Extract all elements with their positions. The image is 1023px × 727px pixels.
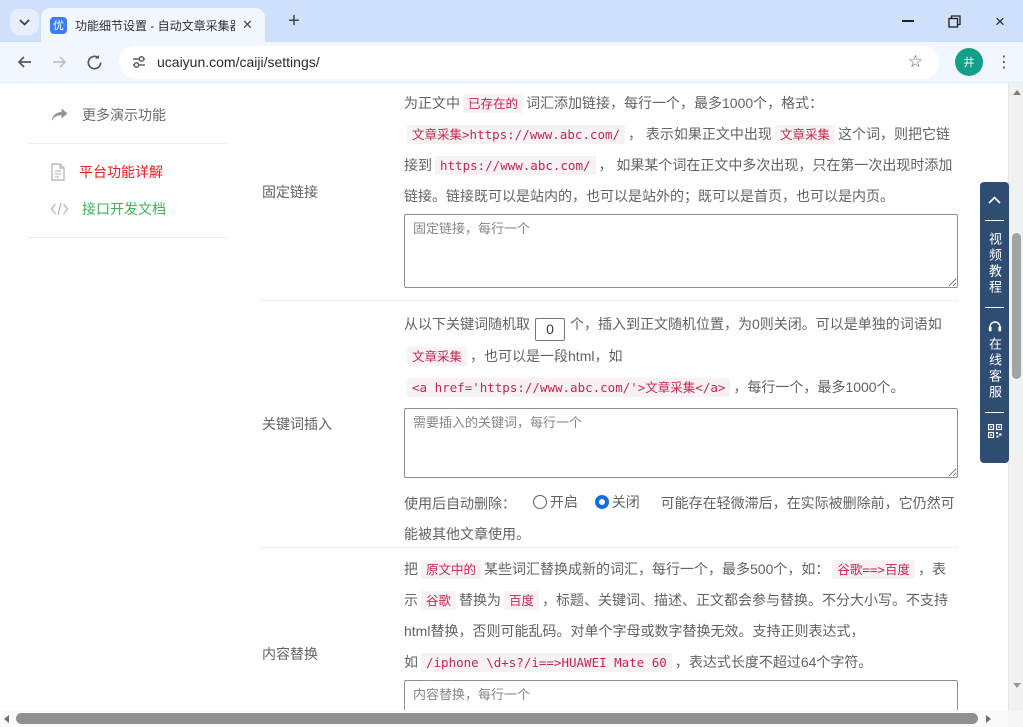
field-label: 关键词插入 [262,416,332,432]
share-arrow-icon [51,108,68,121]
vertical-scrollbar-thumb[interactable] [1012,233,1021,379]
page-content: 更多演示功能 平台功能详解 接口开发文档 固定链接 为正文中 已存在的 词汇添加链接… [0,83,1008,710]
divider [985,307,1004,308]
reload-button[interactable] [78,46,111,79]
keyword-count-input[interactable] [535,317,565,341]
radio-option-label: 开启 [549,493,578,510]
field-description: 为正文中 已存在的 词汇添加链接，每行一个，最多1000个，格式：文章采集>http… [404,94,953,204]
sidebar-item-api-docs[interactable]: 接口开发文档 [50,195,166,223]
browser-toolbar: ucaiyun.com/caiji/settings/ ☆ 井 ⋮ [0,42,1023,83]
field-label: 内容替换 [262,646,318,662]
url-text[interactable]: ucaiyun.com/caiji/settings/ [157,54,904,70]
chevron-up-icon [988,196,1001,204]
horizontal-scrollbar-thumb[interactable] [16,713,978,724]
headset-icon [988,321,1001,332]
sidebar-item-label: 接口开发文档 [82,201,166,217]
browser-tab[interactable]: 优 功能细节设置 - 自动文章采集器 ✕ [41,8,265,42]
online-service-button[interactable]: 在线客服 [980,319,1009,401]
field-label: 固定链接 [262,183,318,200]
video-tutorial-label: 视频教程 [987,232,1002,296]
video-tutorial-button[interactable]: 视频教程 [980,232,1009,296]
qr-code-button[interactable] [987,423,1002,443]
restore-icon [947,14,961,28]
vertical-scrollbar[interactable] [1008,83,1023,710]
qr-code-icon [987,423,1002,439]
horizontal-scrollbar[interactable] [0,710,1008,727]
forward-button[interactable] [43,46,76,79]
settings-form: 固定链接 为正文中 已存在的 词汇添加链接，每行一个，最多1000个，格式：文章采集… [240,83,1008,710]
inline-code: 文章采集 [407,346,468,366]
minimize-icon [902,20,914,22]
keywords-textarea[interactable] [404,407,958,478]
divider [985,220,1004,221]
inline-code: 文章采集 [774,125,835,144]
tune-icon [133,56,145,68]
auto-delete-setting: 使用后自动删除： 开启 关闭 可能存在轻微滞后，在实际被删除前，它仍然可能被其他… [404,487,958,551]
browser-menu-button[interactable]: ⋮ [992,47,1016,77]
new-tab-button[interactable]: + [280,7,308,35]
sidebar-item-label: 更多演示功能 [82,107,166,123]
online-service-label: 在线客服 [987,337,1002,401]
radio-circle[interactable] [594,495,609,509]
scroll-up-arrow[interactable] [1012,90,1021,95]
restore-button[interactable] [931,0,977,42]
form-row-content-replace: 内容替换 把原文中的 某些词汇替换成新的词汇，每行一个，最多500个，如： 谷歌==… [260,547,958,710]
address-bar[interactable]: ucaiyun.com/caiji/settings/ ☆ [119,45,939,79]
content-replace-textarea[interactable] [404,680,958,710]
reload-icon [87,54,102,70]
inline-code: <a href='https://www.abc.com/'>文章采集</a> [407,377,731,397]
forward-icon [53,56,67,68]
inline-code: 百度 [504,591,540,610]
divider [28,143,227,144]
form-row-keyword-insert: 关键词插入 从以下关键词随机取个，插入到正文随机位置，为0则关闭。可以是单独的词… [260,300,958,547]
radio-option-label: 关闭 [611,493,640,510]
inline-code: https://www.abc.com/ [435,156,596,175]
radio-circle[interactable] [532,495,547,509]
back-icon [17,56,31,68]
scroll-left-arrow[interactable] [4,714,9,723]
window-controls: × [885,0,1023,42]
chevron-down-icon [19,18,30,26]
floating-help-widget: 视频教程 在线客服 [980,182,1009,463]
minimize-button[interactable] [885,0,931,42]
inline-code: 文章采集>https://www.abc.com/ [407,125,626,144]
tab-title: 功能细节设置 - 自动文章采集器 [75,18,235,33]
inline-code: /iphone \d+s?/i==>HUAWEI Mate 60 [421,653,672,672]
tab-search-button[interactable] [10,9,39,35]
scroll-right-arrow[interactable] [986,714,991,723]
sidebar: 更多演示功能 平台功能详解 接口开发文档 [0,83,240,710]
inline-code: 谷歌==>百度 [832,560,915,579]
radio-group-label: 使用后自动删除： [404,495,516,511]
divider [28,237,227,238]
scrollbar-corner [1008,710,1023,727]
back-button[interactable] [8,46,41,79]
inline-code: 已存在的 [463,94,524,113]
document-icon [51,163,65,181]
inline-code: 原文中的 [421,560,482,579]
browser-tab-strip: 优 功能细节设置 - 自动文章采集器 ✕ + × [0,0,1023,42]
divider [985,412,1004,413]
code-icon [50,202,69,216]
bookmark-star-icon[interactable]: ☆ [904,52,927,72]
tab-close-icon[interactable]: ✕ [239,17,256,34]
close-window-button[interactable]: × [977,0,1023,42]
scroll-down-arrow[interactable] [1012,683,1021,688]
sidebar-item-more-demos[interactable]: 更多演示功能 [50,101,166,129]
field-description: 把原文中的 某些词汇替换成新的词汇，每行一个，最多500个，如： 谷歌==>百度 ，表… [404,560,949,672]
field-description: 从以下关键词随机取个，插入到正文随机位置，为0则关闭。可以是单独的词语如文章采集… [404,309,958,403]
radio-option-enable[interactable]: 开启 [532,487,578,518]
form-row-fixed-links: 固定链接 为正文中 已存在的 词汇添加链接，每行一个，最多1000个，格式：文章采集… [260,83,958,300]
fixed-links-textarea[interactable] [404,214,958,288]
inline-code: 谷歌 [421,591,457,610]
close-icon: × [995,11,1005,31]
radio-option-disable[interactable]: 关闭 [594,487,640,518]
sidebar-item-platform-docs[interactable]: 平台功能详解 [50,158,163,186]
site-favicon: 优 [50,16,67,34]
scroll-to-top-button[interactable] [988,191,1001,209]
profile-avatar[interactable]: 井 [955,48,983,76]
sidebar-item-label: 平台功能详解 [79,164,163,180]
